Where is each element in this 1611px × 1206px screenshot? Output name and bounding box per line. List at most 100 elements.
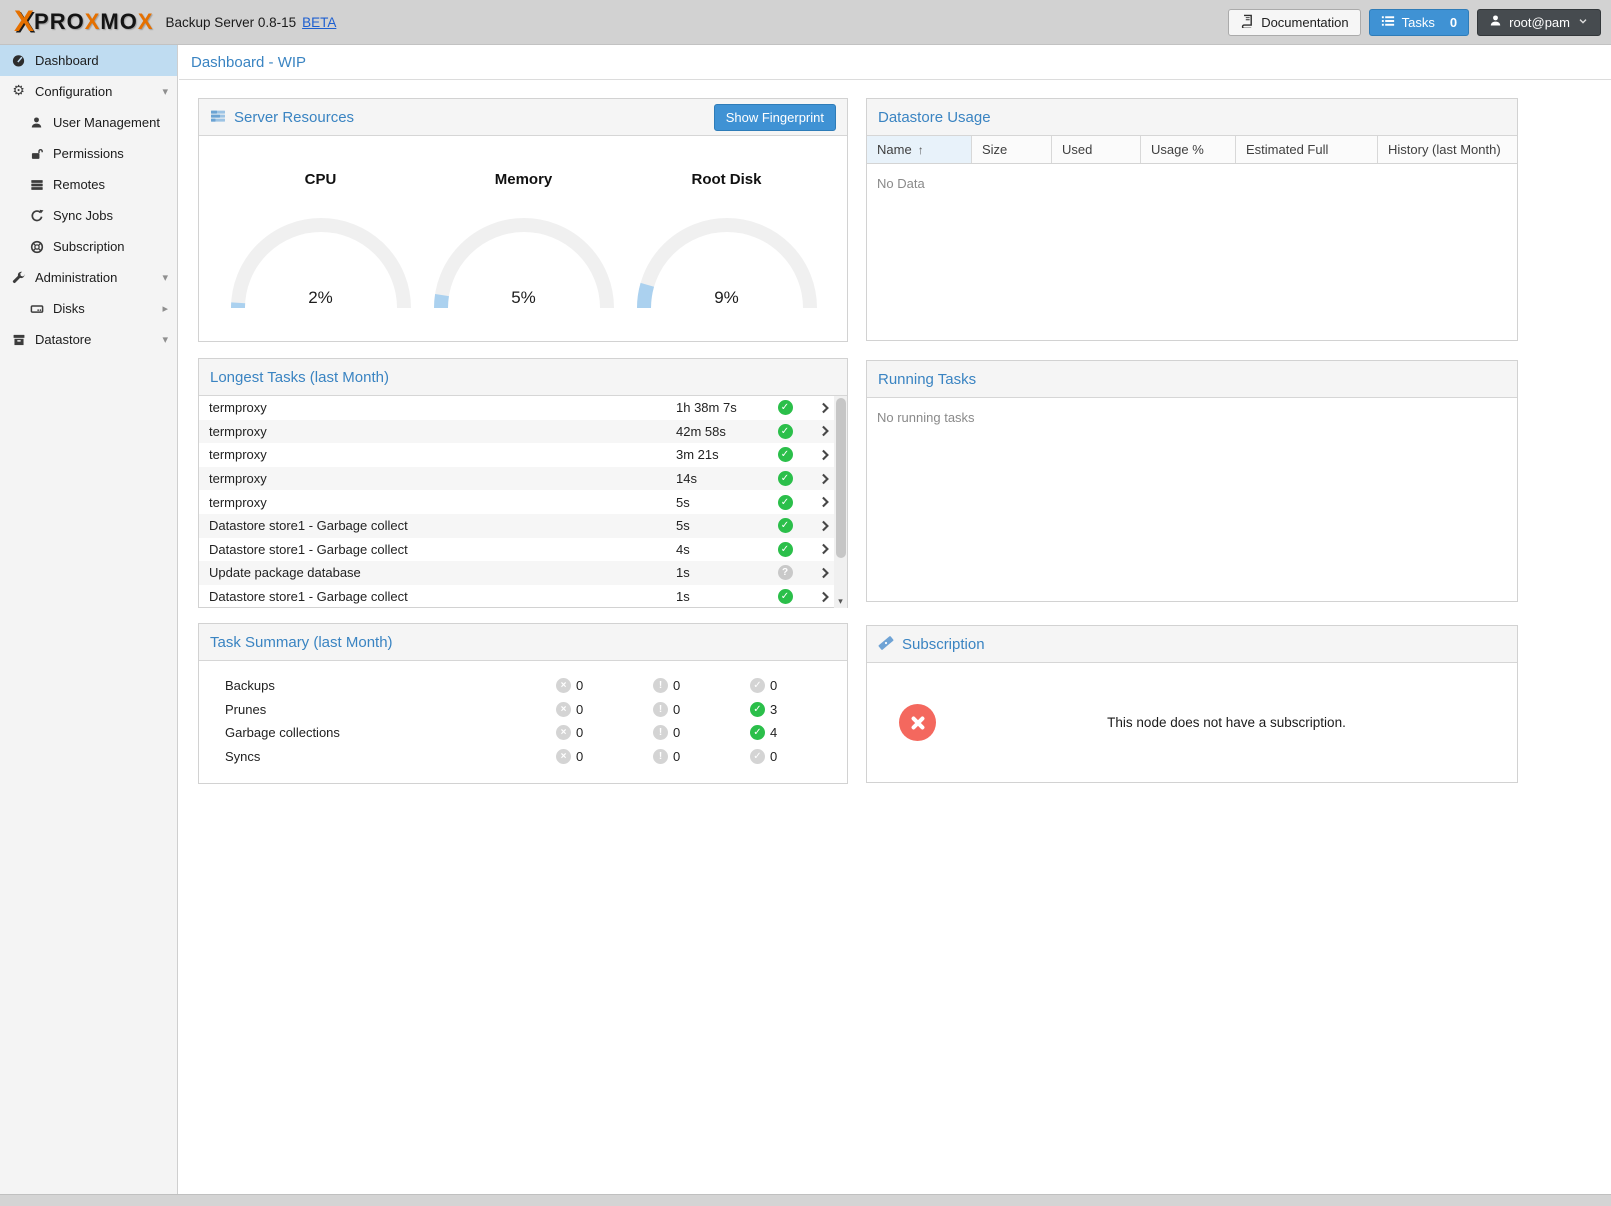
ok-status-icon: ✓ (778, 542, 793, 557)
cpu-gauge: CPU 2% (219, 136, 422, 312)
sidebar-item-label: Administration (35, 270, 117, 285)
panel-title: Longest Tasks (last Month) (210, 369, 389, 386)
subscription-panel: Subscription This node does not have a s… (866, 625, 1518, 783)
column-header-name[interactable]: Name ↑ (867, 136, 972, 163)
sidebar-item-permissions[interactable]: Permissions (0, 138, 177, 169)
no-data-text: No Data (867, 164, 1517, 203)
book-icon (1240, 14, 1254, 31)
page-title: Dashboard - WIP (191, 54, 306, 71)
user-icon (28, 116, 45, 129)
column-header-used[interactable]: Used (1052, 136, 1141, 163)
task-row[interactable]: termproxy 42m 58s ✓ (199, 420, 847, 444)
chevron-down-icon (1577, 15, 1589, 30)
horizontal-scrollbar[interactable] (0, 1194, 1611, 1206)
sidebar-item-label: Permissions (53, 146, 124, 161)
warning-count-icon: ! (653, 702, 668, 717)
column-header-usage[interactable]: Usage % (1141, 136, 1236, 163)
task-row[interactable]: termproxy 1h 38m 7s ✓ (199, 396, 847, 420)
expander-right-icon[interactable]: ▸ (162, 302, 168, 315)
resource-bars-icon (210, 108, 226, 127)
longest-tasks-list: termproxy 1h 38m 7s ✓ termproxy 42m 58s … (199, 396, 847, 608)
sidebar-item-label: Subscription (53, 239, 125, 254)
ok-status-icon: ✓ (778, 447, 793, 462)
sidebar-item-administration[interactable]: Administration ▾ (0, 262, 177, 293)
sidebar-item-sync-jobs[interactable]: Sync Jobs (0, 200, 177, 231)
expander-down-icon[interactable]: ▾ (162, 333, 168, 346)
memory-gauge-value: 5% (431, 288, 617, 308)
documentation-button[interactable]: Documentation (1228, 9, 1360, 36)
error-count-icon: × (556, 678, 571, 693)
sidebar-item-disks[interactable]: Disks ▸ (0, 293, 177, 324)
main-area: Dashboard - WIP Server Resources Show Fi… (179, 45, 1611, 1194)
top-header-bar: X PROXMOX Backup Server 0.8-15 BETA Docu… (0, 0, 1611, 45)
ok-status-icon: ✓ (778, 518, 793, 533)
sidebar-nav: Dashboard ⚙ Configuration ▾ User Managem… (0, 45, 178, 1194)
sidebar-item-subscription[interactable]: Subscription (0, 231, 177, 262)
cpu-gauge-value: 2% (228, 288, 414, 308)
sidebar-item-remotes[interactable]: Remotes (0, 169, 177, 200)
life-ring-icon (28, 240, 45, 254)
expander-down-icon[interactable]: ▾ (162, 85, 168, 98)
unlock-icon (28, 147, 45, 161)
warning-count-icon: ! (653, 678, 668, 693)
scroll-down-button[interactable]: ▾ (834, 595, 847, 608)
task-row[interactable]: Datastore store1 - Garbage collect 5s ✓ (199, 514, 847, 538)
summary-row-syncs: Syncs ×0 !0 ✓0 (199, 745, 847, 769)
running-tasks-panel: Running Tasks No running tasks (866, 360, 1518, 602)
root-disk-gauge: Root Disk 9% (625, 136, 828, 312)
memory-gauge: Memory 5% (422, 136, 625, 312)
ok-count-icon: ✓ (750, 702, 765, 717)
sidebar-item-datastore[interactable]: Datastore ▾ (0, 324, 177, 355)
summary-row-backups: Backups ×0 !0 ✓0 (199, 674, 847, 698)
task-row[interactable]: termproxy 5s ✓ (199, 490, 847, 514)
error-count-icon: × (556, 725, 571, 740)
longest-tasks-panel: Longest Tasks (last Month) termproxy 1h … (198, 358, 848, 608)
cogs-icon: ⚙ (10, 84, 27, 99)
sidebar-item-label: User Management (53, 115, 160, 130)
refresh-icon (28, 209, 45, 223)
show-fingerprint-button[interactable]: Show Fingerprint (714, 104, 836, 131)
sidebar-item-label: Configuration (35, 84, 112, 99)
sidebar-item-dashboard[interactable]: Dashboard (0, 45, 177, 76)
ok-count-icon: ✓ (750, 749, 765, 764)
wrench-icon (10, 271, 27, 285)
beta-link[interactable]: BETA (302, 15, 336, 30)
unknown-status-icon: ? (778, 565, 793, 580)
sidebar-item-label: Remotes (53, 177, 105, 192)
tachometer-icon (10, 53, 27, 68)
task-summary-panel: Task Summary (last Month) Backups ×0 !0 … (198, 623, 848, 784)
panel-title: Subscription (902, 636, 985, 653)
subscription-message: This node does not have a subscription. (936, 715, 1517, 730)
task-row[interactable]: Datastore store1 - Garbage collect 1s ✓ (199, 585, 847, 608)
column-header-history[interactable]: History (last Month) (1378, 136, 1517, 163)
sidebar-item-label: Datastore (35, 332, 91, 347)
column-header-size[interactable]: Size (972, 136, 1052, 163)
root-disk-gauge-value: 9% (634, 288, 820, 308)
sidebar-item-label: Disks (53, 301, 85, 316)
task-row[interactable]: Datastore store1 - Garbage collect 4s ✓ (199, 538, 847, 562)
ok-status-icon: ✓ (778, 495, 793, 510)
error-count-icon: × (556, 702, 571, 717)
error-count-icon: × (556, 749, 571, 764)
page-title-bar: Dashboard - WIP (179, 45, 1611, 80)
ok-status-icon: ✓ (778, 424, 793, 439)
sidebar-item-user-management[interactable]: User Management (0, 107, 177, 138)
hdd-icon (28, 302, 45, 316)
column-header-estimated-full[interactable]: Estimated Full (1236, 136, 1378, 163)
tasks-button[interactable]: Tasks 0 (1369, 9, 1469, 36)
server-icon (28, 178, 45, 192)
no-running-tasks-text: No running tasks (867, 398, 1517, 437)
sort-ascending-icon: ↑ (918, 143, 924, 157)
task-row[interactable]: termproxy 3m 21s ✓ (199, 443, 847, 467)
scrollbar-thumb[interactable] (836, 398, 846, 558)
sidebar-item-configuration[interactable]: ⚙ Configuration ▾ (0, 76, 177, 107)
ok-status-icon: ✓ (778, 400, 793, 415)
user-menu-button[interactable]: root@pam (1477, 9, 1601, 36)
task-row[interactable]: Update package database 1s ? (199, 561, 847, 585)
table-header-row: Name ↑ Size Used Usage % Estimated Full … (867, 136, 1517, 164)
expander-down-icon[interactable]: ▾ (162, 271, 168, 284)
datastore-usage-panel: Datastore Usage Name ↑ Size Used Usage %… (866, 98, 1518, 341)
sidebar-item-label: Sync Jobs (53, 208, 113, 223)
task-row[interactable]: termproxy 14s ✓ (199, 467, 847, 491)
server-resources-panel: Server Resources Show Fingerprint CPU 2% (198, 98, 848, 342)
